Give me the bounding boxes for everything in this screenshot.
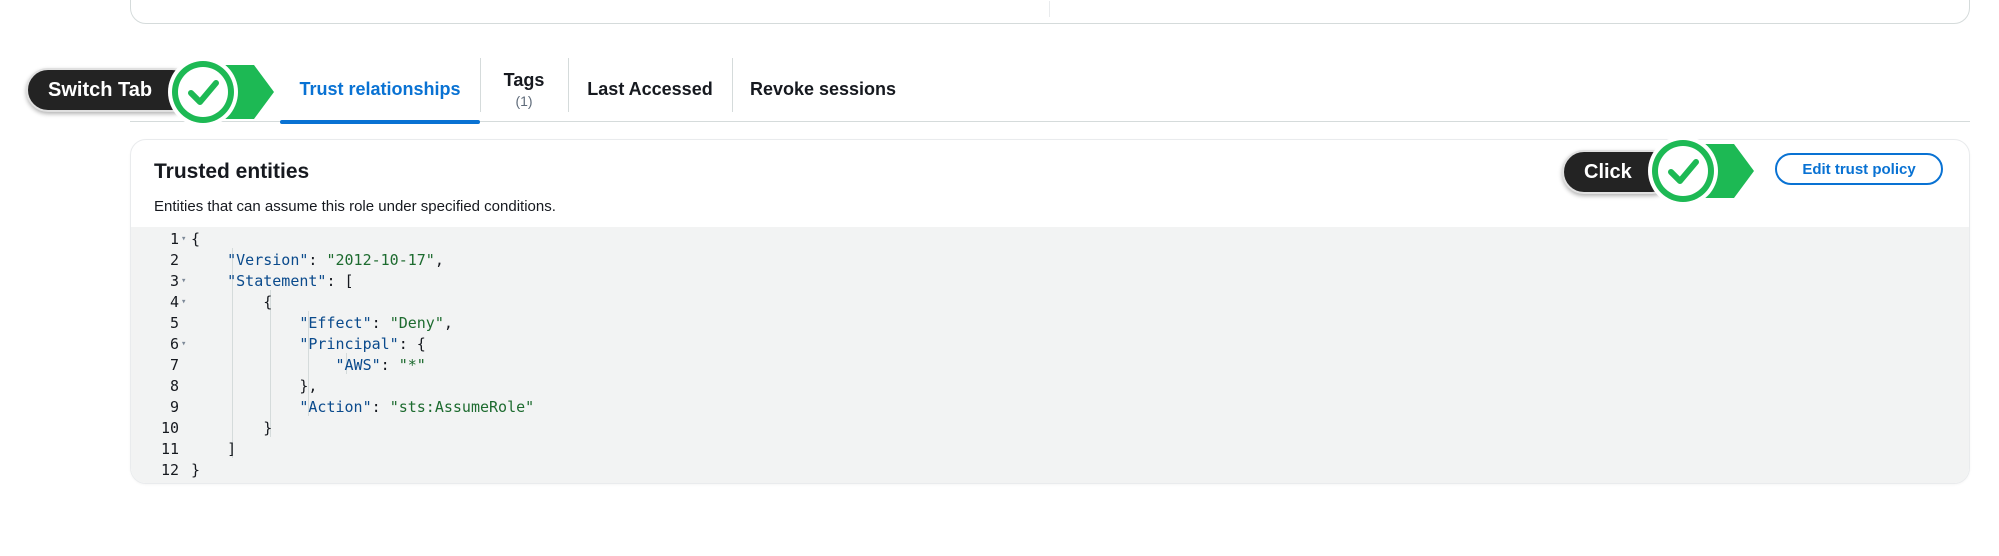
line-number: 8 bbox=[169, 377, 179, 395]
code-text: { bbox=[191, 293, 273, 311]
fold-arrow-icon[interactable]: ▾ bbox=[181, 271, 191, 292]
code-line: 4 ▾ { bbox=[131, 292, 1969, 313]
code-text: "AWS": "*" bbox=[335, 356, 426, 374]
edit-trust-policy-button[interactable]: Edit trust policy bbox=[1775, 153, 1943, 185]
tab-label: Tags bbox=[503, 69, 545, 90]
line-number: 5 bbox=[169, 314, 179, 332]
line-number: 1 bbox=[169, 230, 179, 248]
code-text: } bbox=[191, 461, 201, 479]
code-line: 11 ] bbox=[131, 439, 1969, 460]
fold-arrow-icon[interactable]: ▾ bbox=[181, 334, 191, 355]
card-description: Entities that can assume this role under… bbox=[154, 198, 556, 215]
line-number: 6 bbox=[169, 335, 179, 353]
code-text: "Principal": { bbox=[299, 335, 426, 353]
line-number: 3 bbox=[169, 272, 179, 290]
tab-last-accessed[interactable]: Last Accessed bbox=[568, 56, 732, 122]
check-icon bbox=[1648, 136, 1754, 206]
iam-role-page: Trust relationships Tags (1) Last Access… bbox=[0, 0, 1999, 556]
role-tabs: Trust relationships Tags (1) Last Access… bbox=[130, 56, 1970, 124]
summary-divider bbox=[1049, 1, 1050, 17]
tab-tags[interactable]: Tags (1) bbox=[480, 56, 568, 122]
line-number: 7 bbox=[169, 356, 179, 374]
tab-count: (1) bbox=[515, 92, 533, 109]
line-number: 2 bbox=[169, 251, 179, 269]
code-text: } bbox=[191, 419, 273, 437]
line-number: 11 bbox=[160, 440, 179, 458]
summary-panel bbox=[130, 0, 1970, 24]
line-number: 12 bbox=[160, 461, 179, 479]
code-line: 2 "Version": "2012-10-17", bbox=[131, 250, 1969, 271]
code-line: 12 } bbox=[131, 460, 1969, 481]
code-text: "Action": "sts:AssumeRole" bbox=[299, 398, 535, 416]
fold-arrow-icon[interactable]: ▾ bbox=[181, 229, 191, 250]
tab-label: Last Accessed bbox=[587, 78, 713, 99]
code-line: 5 "Effect": "Deny", bbox=[131, 313, 1969, 334]
policy-code-editor[interactable]: 1 ▾ { 2 "Version": "2012-10-17", 3 ▾ "St… bbox=[131, 227, 1969, 483]
code-text: "Version": "2012-10-17", bbox=[227, 251, 444, 269]
code-line: 3 ▾ "Statement": [ bbox=[131, 271, 1969, 292]
line-number: 4 bbox=[169, 293, 179, 311]
line-number: 9 bbox=[169, 398, 179, 416]
tab-revoke-sessions[interactable]: Revoke sessions bbox=[732, 56, 914, 122]
tab-label: Trust relationships bbox=[299, 78, 461, 99]
code-line: 7 "AWS": "*" bbox=[131, 355, 1969, 376]
code-line: 9 "Action": "sts:AssumeRole" bbox=[131, 397, 1969, 418]
tab-label: Revoke sessions bbox=[749, 78, 897, 99]
code-text: }, bbox=[191, 377, 318, 395]
fold-arrow-icon[interactable]: ▾ bbox=[181, 292, 191, 313]
code-text: "Statement": [ bbox=[227, 272, 354, 290]
code-line: 8 }, bbox=[131, 376, 1969, 397]
code-text: "Effect": "Deny", bbox=[299, 314, 453, 332]
line-number: 10 bbox=[160, 419, 179, 437]
tab-trust-relationships[interactable]: Trust relationships bbox=[280, 56, 480, 124]
code-text: { bbox=[191, 230, 201, 248]
check-icon bbox=[168, 57, 274, 127]
card-title: Trusted entities bbox=[154, 160, 310, 183]
code-text: ] bbox=[191, 440, 237, 458]
code-line: 1 ▾ { bbox=[131, 229, 1969, 250]
code-line: 10 } bbox=[131, 418, 1969, 439]
code-line: 6 ▾ "Principal": { bbox=[131, 334, 1969, 355]
